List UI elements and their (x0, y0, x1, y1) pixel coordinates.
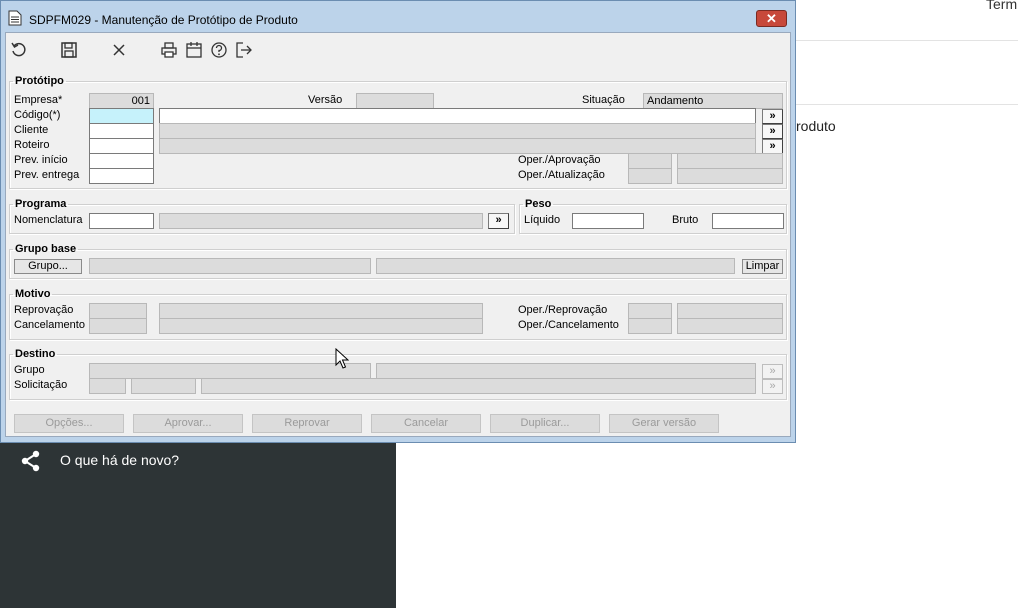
print-icon[interactable] (160, 41, 178, 59)
destino-grupo-label: Grupo (14, 364, 45, 376)
oper-atualizacao-label: Oper./Atualização (518, 169, 605, 181)
codigo-label: Código(*) (14, 109, 61, 121)
nomenclatura-label: Nomenclatura (14, 214, 83, 226)
cliente-description-field (159, 123, 756, 139)
document-icon (8, 10, 22, 26)
prev-inicio-label: Prev. início (14, 154, 68, 166)
undo-icon[interactable] (10, 41, 28, 59)
solicitacao-field-2 (131, 378, 196, 394)
empresa-label: Empresa* (14, 94, 63, 106)
programa-legend: Programa (15, 198, 67, 210)
oper-reprovacao-name-field (677, 303, 783, 319)
cancel-icon[interactable] (110, 41, 128, 59)
grupo-base-legend: Grupo base (15, 243, 77, 255)
solicitacao-label: Solicitação (14, 379, 68, 391)
destino-legend: Destino (15, 348, 56, 360)
peso-legend: Peso (525, 198, 552, 210)
reprovacao-description-field (159, 303, 483, 319)
opcoes-button[interactable]: Opções... (14, 414, 124, 433)
nomenclatura-description-field (159, 213, 483, 229)
oper-reprovacao-code-field (628, 303, 672, 319)
prev-entrega-field[interactable] (89, 168, 154, 184)
background-top-right-text: Term (986, 0, 1018, 12)
oper-atualizacao-name-field (677, 168, 783, 184)
nomenclatura-pick-button[interactable]: » (488, 213, 509, 229)
cancelamento-description-field (159, 318, 483, 334)
prototype-maintenance-window: SDPFM029 - Manutenção de Protótipo de Pr… (0, 0, 796, 443)
cancelamento-label: Cancelamento (14, 319, 85, 331)
oper-cancelamento-code-field (628, 318, 672, 334)
nomenclatura-field[interactable] (89, 213, 154, 229)
situacao-field[interactable]: Andamento (643, 93, 783, 109)
prev-entrega-label: Prev. entrega (14, 169, 80, 181)
situacao-label: Situação (582, 94, 625, 106)
grupo-base-description-field (376, 258, 735, 274)
oper-aprovacao-name-field (677, 153, 783, 169)
help-icon[interactable] (210, 41, 228, 59)
mouse-cursor-icon (335, 347, 350, 370)
reprovacao-label: Reprovação (14, 304, 74, 316)
window-client-area: Protótipo Empresa* 001 Versão Situação A… (5, 32, 791, 437)
codigo-field[interactable] (89, 108, 154, 124)
oper-cancelamento-name-field (677, 318, 783, 334)
oper-aprovacao-label: Oper./Aprovação (518, 154, 601, 166)
cliente-field[interactable] (89, 123, 154, 139)
whats-new-link[interactable]: O que há de novo? (60, 452, 179, 468)
versao-field[interactable] (356, 93, 434, 109)
oper-atualizacao-code-field (628, 168, 672, 184)
window-title: SDPFM029 - Manutenção de Protótipo de Pr… (29, 13, 298, 27)
solicitacao-description-field (201, 378, 756, 394)
codigo-pick-button[interactable]: » (762, 109, 783, 124)
title-bar[interactable]: SDPFM029 - Manutenção de Protótipo de Pr… (1, 1, 795, 34)
background-section-text: roduto (796, 118, 836, 134)
cancelamento-code-field (89, 318, 147, 334)
oper-cancelamento-label: Oper./Cancelamento (518, 319, 619, 331)
grupo-button-label: Grupo... (28, 260, 68, 272)
cliente-label: Cliente (14, 124, 49, 136)
prototipo-legend: Protótipo (15, 75, 64, 87)
reprovar-button[interactable]: Reprovar (252, 414, 362, 433)
aprovar-button[interactable]: Aprovar... (133, 414, 243, 433)
bruto-label: Bruto (672, 214, 699, 226)
destino-grupo-code-field (89, 363, 371, 379)
bruto-field[interactable] (712, 213, 784, 229)
roteiro-pick-button[interactable]: » (762, 139, 783, 154)
liquido-field[interactable] (572, 213, 644, 229)
empresa-field[interactable]: 001 (89, 93, 154, 109)
background-divider (796, 40, 1018, 41)
oper-reprovacao-label: Oper./Reprovação (518, 304, 608, 316)
solicitacao-pick-button[interactable]: » (762, 379, 783, 394)
codigo-description-field[interactable] (159, 108, 756, 124)
roteiro-description-field (159, 138, 756, 154)
save-icon[interactable] (60, 41, 78, 59)
roteiro-field[interactable] (89, 138, 154, 154)
cancelar-button[interactable]: Cancelar (371, 414, 481, 433)
reprovacao-code-field (89, 303, 147, 319)
roteiro-label: Roteiro (14, 139, 50, 151)
oper-aprovacao-code-field (628, 153, 672, 169)
limpar-button[interactable]: Limpar (742, 259, 783, 274)
versao-label: Versão (308, 94, 343, 106)
liquido-label: Líquido (524, 214, 561, 226)
destino-grupo-pick-button[interactable]: » (762, 364, 783, 379)
prev-inicio-field[interactable] (89, 153, 154, 169)
cliente-pick-button[interactable]: » (762, 124, 783, 139)
grupo-button[interactable]: Grupo... (14, 259, 82, 274)
calendar-icon[interactable] (185, 41, 203, 59)
exit-icon[interactable] (235, 41, 253, 59)
background-divider (796, 104, 1018, 105)
grupo-base-code-field (89, 258, 371, 274)
solicitacao-field-1 (89, 378, 126, 394)
motivo-legend: Motivo (15, 288, 51, 300)
duplicar-button[interactable]: Duplicar... (490, 414, 600, 433)
share-icon[interactable] (20, 450, 42, 472)
destino-grupo-description-field (376, 363, 756, 379)
close-button[interactable]: ✕ (756, 10, 787, 27)
gerar-versao-button[interactable]: Gerar versão (609, 414, 719, 433)
